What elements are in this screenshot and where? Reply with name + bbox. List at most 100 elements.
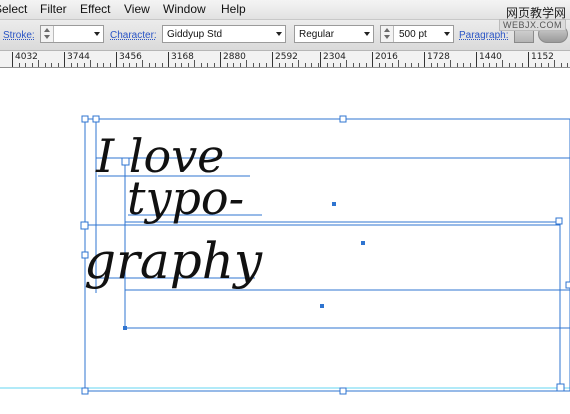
handle[interactable] <box>565 281 570 289</box>
ruler-major-tick <box>168 52 169 67</box>
ruler-minor-tick <box>534 63 536 67</box>
font-size-value: 500 pt <box>399 29 427 40</box>
stroke-spinner[interactable] <box>41 26 54 42</box>
ruler-major-tick <box>272 52 273 67</box>
ruler-minor-tick <box>44 63 46 67</box>
ruler-label: 3456 <box>119 52 142 62</box>
font-style-select[interactable]: Regular <box>294 25 374 43</box>
ruler-label: 2880 <box>223 52 246 62</box>
chevron-down-icon[interactable] <box>444 32 450 36</box>
handle[interactable] <box>80 221 89 230</box>
ruler-minor-tick <box>148 63 150 67</box>
character-link[interactable]: Character: <box>110 30 157 41</box>
ruler-minor-tick <box>359 63 360 67</box>
ruler-minor-tick <box>187 63 189 67</box>
ruler-minor-tick <box>174 63 176 67</box>
handle[interactable] <box>556 383 565 392</box>
ruler-minor-tick <box>502 60 503 67</box>
handle[interactable] <box>339 115 347 123</box>
text-line-3[interactable]: graphy <box>84 232 263 290</box>
ruler-minor-tick <box>25 63 26 67</box>
spin-up-icon[interactable] <box>384 28 390 32</box>
ruler-major-tick <box>220 52 221 67</box>
ruler-minor-tick <box>239 63 241 67</box>
ruler-major-tick <box>12 52 13 67</box>
ruler-minor-tick <box>103 63 104 67</box>
menu-window[interactable]: Window <box>163 2 206 16</box>
ruler-label: 4032 <box>15 52 38 62</box>
ruler-minor-tick <box>469 63 471 67</box>
menu-select[interactable]: Select <box>0 2 27 16</box>
handle[interactable] <box>339 387 347 395</box>
ruler-minor-tick <box>326 63 328 67</box>
ruler-minor-tick <box>96 63 98 67</box>
ruler-minor-tick <box>142 60 143 67</box>
ruler-minor-tick <box>155 63 156 67</box>
typography-text[interactable]: I love typo- graphy <box>84 129 263 290</box>
horizontal-ruler[interactable]: 4032 3744 3456 3168 2880 2592 2304 2016 … <box>0 51 570 68</box>
ruler-minor-tick <box>495 63 497 67</box>
ruler-minor-tick <box>57 63 59 67</box>
handle[interactable] <box>81 387 89 395</box>
ruler-minor-tick <box>265 63 267 67</box>
ruler-minor-tick <box>567 63 568 67</box>
ruler-minor-tick <box>404 63 406 67</box>
chevron-down-icon[interactable] <box>94 32 100 36</box>
ruler-minor-tick <box>213 63 215 67</box>
ruler-minor-tick <box>339 63 341 67</box>
menu-view[interactable]: View <box>124 2 150 16</box>
ruler-label: 1152 <box>531 52 554 62</box>
font-family-value: Giddyup Std <box>167 29 223 40</box>
ruler-label: 1728 <box>427 52 450 62</box>
font-size-spinner[interactable] <box>381 26 394 42</box>
ruler-minor-tick <box>411 63 412 67</box>
ruler-major-tick <box>476 52 477 67</box>
stroke-link[interactable]: Stroke: <box>3 30 35 41</box>
spin-down-icon[interactable] <box>44 35 50 39</box>
ruler-minor-tick <box>246 60 247 67</box>
handle[interactable] <box>81 115 89 123</box>
ruler-minor-tick <box>378 63 380 67</box>
ruler-minor-tick <box>560 63 562 67</box>
handle[interactable] <box>92 115 100 123</box>
ruler-minor-tick <box>554 60 555 67</box>
ruler-major-tick <box>116 52 117 67</box>
spin-up-icon[interactable] <box>44 28 50 32</box>
ruler-minor-tick <box>129 63 130 67</box>
ruler-minor-tick <box>333 63 334 67</box>
chevron-down-icon[interactable] <box>276 32 282 36</box>
ruler-minor-tick <box>252 63 254 67</box>
text-line-2[interactable]: typo- <box>127 171 244 225</box>
ruler-minor-tick <box>135 63 137 67</box>
handle[interactable] <box>555 217 563 225</box>
ruler-minor-tick <box>18 63 20 67</box>
ruler-minor-tick <box>417 63 419 67</box>
spin-down-icon[interactable] <box>384 35 390 39</box>
ruler-minor-tick <box>259 63 260 67</box>
ruler-minor-tick <box>304 63 306 67</box>
stroke-weight-field[interactable] <box>40 25 104 43</box>
ruler-major-tick <box>424 52 425 67</box>
ruler-minor-tick <box>398 60 399 67</box>
font-size-field[interactable]: 500 pt <box>380 25 454 43</box>
canvas[interactable]: I love typo- graphy <box>0 68 570 414</box>
menu-effect[interactable]: Effect <box>80 2 110 16</box>
ruler-minor-tick <box>51 63 52 67</box>
menu-filter[interactable]: Filter <box>40 2 67 16</box>
ruler-label: 2016 <box>375 52 398 62</box>
ruler-minor-tick <box>541 63 542 67</box>
ruler-minor-tick <box>443 63 445 67</box>
ruler-minor-tick <box>456 63 458 67</box>
ruler-label: 1440 <box>479 52 502 62</box>
ruler-major-tick <box>64 52 65 67</box>
chevron-down-icon[interactable] <box>364 32 370 36</box>
ruler-minor-tick <box>352 63 354 67</box>
ruler-label: 3168 <box>171 52 194 62</box>
font-family-select[interactable]: Giddyup Std <box>162 25 286 43</box>
ruler-minor-tick <box>90 60 91 67</box>
ruler-minor-tick <box>77 63 78 67</box>
ruler-minor-tick <box>194 60 195 67</box>
ruler-minor-tick <box>437 63 438 67</box>
menu-help[interactable]: Help <box>221 2 246 16</box>
ruler-minor-tick <box>285 63 286 67</box>
